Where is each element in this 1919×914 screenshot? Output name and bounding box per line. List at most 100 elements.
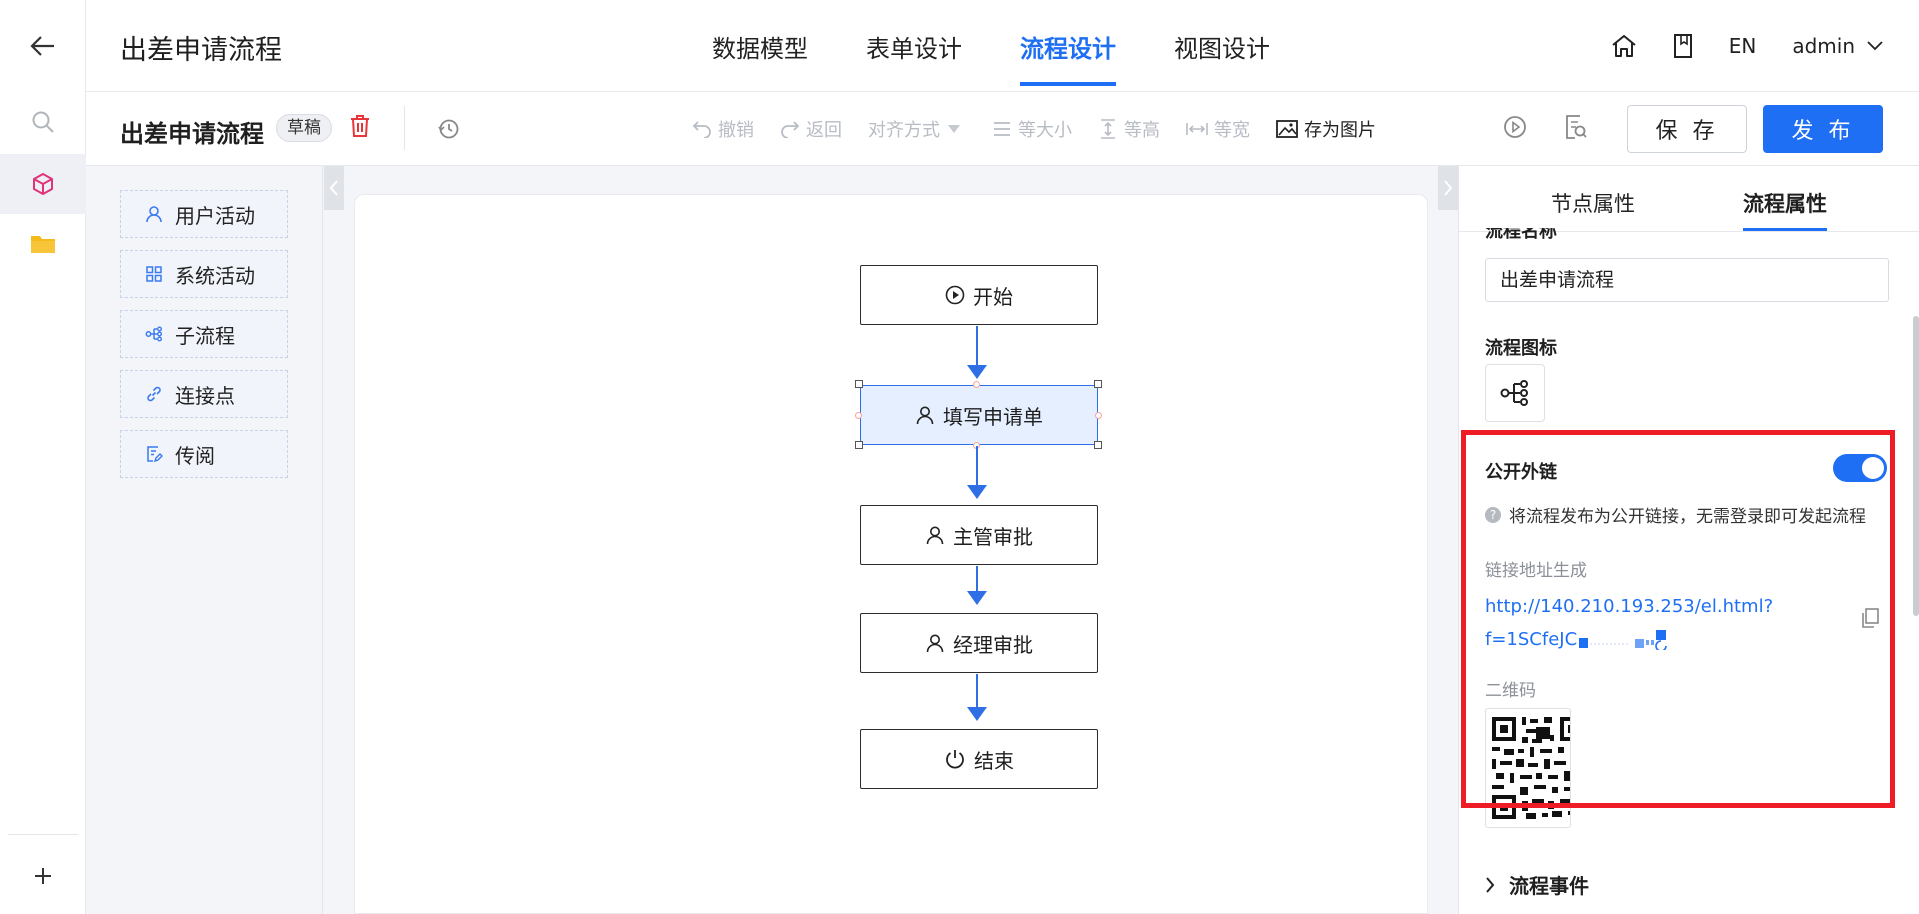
- add-icon[interactable]: [0, 846, 86, 906]
- tab-process-properties[interactable]: 流程属性: [1743, 188, 1827, 231]
- same-height-label: 等高: [1124, 120, 1160, 141]
- status-badge: 草稿: [276, 114, 332, 142]
- palette-item-circulate[interactable]: 传阅: [120, 430, 288, 478]
- palette-item-subflow[interactable]: 子流程: [120, 310, 288, 358]
- header-actions: EN admin: [1611, 0, 1919, 92]
- palette-item-user-activity[interactable]: 用户活动: [120, 190, 288, 238]
- same-height-button[interactable]: 等高: [1098, 116, 1160, 142]
- process-name-input[interactable]: 出差申请流程: [1485, 258, 1889, 302]
- book-icon[interactable]: [1673, 34, 1693, 58]
- tab-view-design[interactable]: 视图设计: [1174, 0, 1270, 92]
- anchor-point[interactable]: [855, 412, 862, 419]
- language-switch[interactable]: EN: [1729, 34, 1757, 58]
- same-width-label: 等宽: [1214, 120, 1250, 141]
- align-label: 对齐方式: [868, 120, 940, 141]
- align-dropdown[interactable]: 对齐方式: [868, 116, 966, 142]
- process-events-label: 流程事件: [1509, 874, 1589, 898]
- flow-connector[interactable]: [976, 326, 978, 366]
- chevron-right-icon: [1444, 180, 1453, 196]
- flow-node-start[interactable]: 开始: [860, 265, 1098, 325]
- flow-connector[interactable]: [976, 674, 978, 708]
- tab-form-design[interactable]: 表单设计: [866, 0, 962, 92]
- palette-item-label: 连接点: [175, 383, 235, 408]
- flow-node-label: 填写申请单: [943, 404, 1043, 429]
- publish-button[interactable]: 发 布: [1763, 105, 1883, 153]
- collapse-right-handle[interactable]: [1438, 166, 1458, 210]
- save-image-button[interactable]: 存为图片: [1276, 116, 1376, 142]
- arrow-down-icon: [967, 591, 987, 605]
- search-icon[interactable]: [0, 92, 86, 152]
- caret-down-icon: [948, 125, 960, 133]
- process-events-section[interactable]: 流程事件: [1485, 870, 1589, 899]
- undo-label: 撤销: [718, 120, 754, 141]
- image-icon: [1276, 120, 1298, 138]
- same-size-icon: [994, 122, 1010, 136]
- flow-node-end[interactable]: 结束: [860, 729, 1098, 789]
- undo-icon: [692, 121, 711, 138]
- history-icon[interactable]: [438, 118, 460, 144]
- process-icon-label: 流程图标: [1485, 338, 1557, 359]
- undo-button[interactable]: 撤销: [692, 116, 754, 142]
- user-icon: [926, 526, 944, 545]
- edit-tools: 撤销 返回 对齐方式 等大小 等高 等宽 存为图片: [692, 92, 1402, 166]
- chevron-right-icon: [1486, 876, 1495, 893]
- toolbar-divider: [404, 106, 405, 150]
- palette-item-system-activity[interactable]: 系统活动: [120, 250, 288, 298]
- tab-node-properties[interactable]: 节点属性: [1551, 188, 1635, 218]
- top-header: 出差申请流程 数据模型 表单设计 流程设计 视图设计 EN admin: [86, 0, 1919, 92]
- anchor-point[interactable]: [973, 381, 980, 388]
- validate-doc-icon[interactable]: [1565, 115, 1587, 143]
- arrow-down-icon: [967, 365, 987, 379]
- user-icon: [146, 206, 162, 223]
- back-arrow-icon[interactable]: [0, 16, 86, 76]
- trash-icon[interactable]: [350, 114, 370, 142]
- resize-handle[interactable]: [855, 380, 863, 388]
- resize-handle[interactable]: [1094, 441, 1102, 449]
- link-icon: [147, 386, 161, 402]
- same-width-button[interactable]: 等宽: [1186, 116, 1250, 142]
- flow-node-supervisor-approval[interactable]: 主管审批: [860, 505, 1098, 565]
- redo-button[interactable]: 返回: [780, 116, 842, 142]
- subflow-icon: [145, 326, 162, 342]
- circulate-icon: [147, 446, 163, 463]
- same-size-button[interactable]: 等大小: [992, 116, 1072, 142]
- flow-node-fill-form[interactable]: 填写申请单: [860, 385, 1098, 445]
- anchor-point[interactable]: [1095, 412, 1102, 419]
- redo-label: 返回: [806, 120, 842, 141]
- flow-node-label: 经理审批: [953, 632, 1033, 657]
- process-icon-picker[interactable]: [1485, 364, 1545, 422]
- preview-play-icon[interactable]: [1503, 115, 1527, 143]
- flow-node-label: 主管审批: [953, 524, 1033, 549]
- palette-item-label: 子流程: [175, 323, 235, 348]
- node-palette: 用户活动 系统活动 子流程 连接点 传阅: [86, 166, 323, 914]
- resize-handle[interactable]: [1094, 380, 1102, 388]
- flow-connector[interactable]: [976, 566, 978, 592]
- redo-icon: [781, 121, 800, 138]
- user-menu[interactable]: admin: [1792, 34, 1883, 58]
- flow-connector[interactable]: [976, 446, 978, 486]
- process-name-label: 流程名称: [1485, 228, 1557, 242]
- home-icon[interactable]: [1611, 34, 1637, 58]
- app-title: 出差申请流程: [120, 35, 282, 66]
- cube-icon[interactable]: [0, 154, 86, 214]
- palette-item-label: 传阅: [175, 443, 215, 468]
- flow-canvas[interactable]: 开始 填写申请单 主管审批 经理审批 结束: [354, 194, 1428, 914]
- palette-item-connector[interactable]: 连接点: [120, 370, 288, 418]
- same-size-label: 等大小: [1018, 120, 1072, 141]
- arrow-down-icon: [967, 707, 987, 721]
- toolbar-actions: 保 存 发 布: [1503, 92, 1883, 166]
- main-nav: 数据模型 表单设计 流程设计 视图设计: [712, 0, 1328, 92]
- tab-flow-design[interactable]: 流程设计: [1020, 0, 1116, 92]
- folder-icon[interactable]: [0, 214, 86, 274]
- collapse-left-handle[interactable]: [324, 166, 344, 210]
- resize-handle[interactable]: [855, 441, 863, 449]
- play-icon: [945, 285, 965, 305]
- panel-scrollbar[interactable]: [1913, 316, 1919, 616]
- save-button[interactable]: 保 存: [1627, 105, 1747, 153]
- tab-data-model[interactable]: 数据模型: [712, 0, 808, 92]
- flow-node-manager-approval[interactable]: 经理审批: [860, 613, 1098, 673]
- palette-item-label: 系统活动: [175, 263, 255, 288]
- save-image-label: 存为图片: [1304, 120, 1376, 141]
- palette-item-label: 用户活动: [175, 203, 255, 228]
- flow-node-label: 开始: [973, 284, 1013, 309]
